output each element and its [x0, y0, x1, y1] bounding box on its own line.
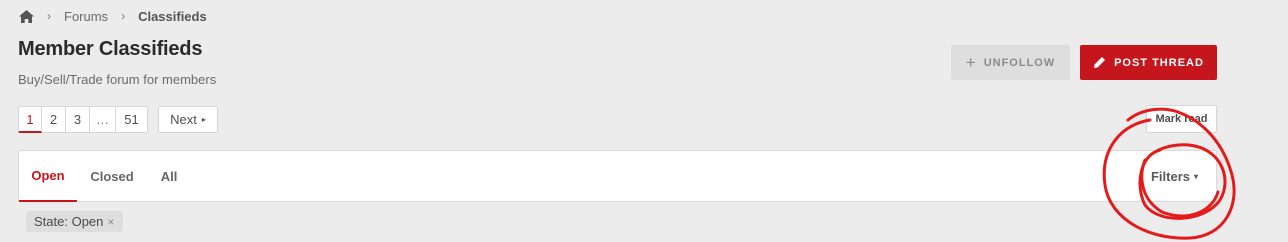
page-description: Buy/Sell/Trade forum for members [18, 72, 217, 87]
caret-down-icon: ▾ [1193, 171, 1198, 181]
filter-bar: Open Closed All Filters ▾ [18, 150, 1217, 202]
breadcrumb-separator-icon: › [121, 9, 126, 23]
chevron-right-icon: ▸ [201, 115, 206, 124]
filters-label: Filters [1150, 168, 1190, 184]
unfollow-label: UNFOLLOW [983, 56, 1056, 69]
page-link-51[interactable]: 51 [116, 106, 148, 133]
next-label: Next [170, 112, 197, 127]
plus-icon: + [965, 53, 976, 72]
active-filter-label: State: Open [34, 214, 104, 229]
active-filter-chip[interactable]: State: Open × [26, 211, 124, 232]
post-thread-label: POST THREAD [1114, 56, 1204, 69]
tab-all[interactable]: All [147, 151, 191, 202]
breadcrumb-separator-icon: › [47, 9, 51, 23]
breadcrumb-link-classifieds[interactable]: Classifieds [138, 9, 207, 24]
page-ellipsis[interactable]: … [90, 106, 116, 133]
pencil-icon [1094, 57, 1106, 68]
breadcrumb-link-forums[interactable]: Forums [64, 9, 108, 24]
remove-filter-icon[interactable]: × [107, 215, 114, 229]
filters-dropdown[interactable]: Filters ▾ [1151, 166, 1198, 186]
mark-read-button[interactable]: Mark read [1146, 105, 1217, 133]
pagination: 1 2 3 … 51 [18, 106, 148, 133]
breadcrumb: › Forums › Classifieds [19, 6, 207, 26]
page-link-2[interactable]: 2 [42, 106, 66, 133]
page-link-3[interactable]: 3 [66, 106, 90, 133]
page-title: Member Classifieds [18, 38, 203, 60]
home-icon[interactable] [19, 9, 34, 23]
post-thread-button[interactable]: POST THREAD [1080, 45, 1217, 80]
next-page-button[interactable]: Next ▸ [158, 106, 218, 133]
page-link-1[interactable]: 1 [18, 106, 42, 133]
tab-closed[interactable]: Closed [83, 151, 141, 202]
unfollow-button[interactable]: + UNFOLLOW [951, 45, 1070, 80]
tab-open[interactable]: Open [19, 151, 77, 202]
